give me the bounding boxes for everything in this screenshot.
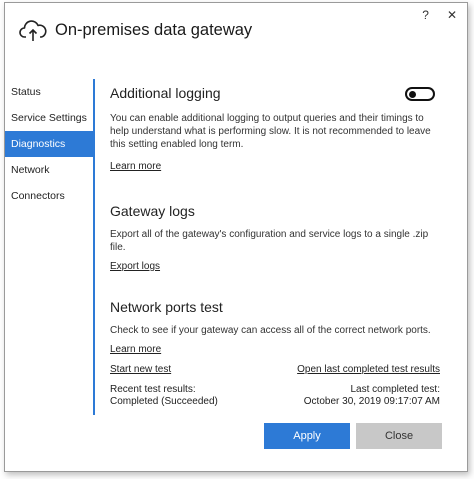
sidebar-item-connectors[interactable]: Connectors [5,183,95,209]
apply-button[interactable]: Apply [264,423,350,449]
close-button[interactable]: Close [356,423,442,449]
recent-results-label: Recent test results: [110,384,196,395]
help-icon[interactable]: ? [422,9,429,21]
export-logs-link[interactable]: Export logs [110,261,440,272]
sidebar-item-diagnostics[interactable]: Diagnostics [5,131,95,157]
test-results-row: Recent test results: Completed (Succeede… [110,384,440,408]
sidebar-divider [93,79,95,415]
gateway-logs-description: Export all of the gateway's configuratio… [110,229,429,253]
learn-more-ports-link[interactable]: Learn more [110,344,440,355]
test-links-row: Start new test Open last completed test … [110,364,440,376]
sidebar-nav: Status Service Settings Diagnostics Netw… [5,79,95,209]
app-title: On-premises data gateway [55,20,253,39]
additional-logging-title: Additional logging [110,85,221,101]
network-ports-title: Network ports test [110,299,223,315]
sidebar-item-status[interactable]: Status [5,79,95,105]
network-ports-description: Check to see if your gateway can access … [110,325,431,336]
gateway-logs-section: Gateway logs Export all of the gateway's… [110,203,440,272]
diagnostics-panel: Additional logging You can enable additi… [110,85,440,408]
last-completed-label: Last completed test: [350,384,441,395]
sidebar-item-service-settings[interactable]: Service Settings [5,105,95,131]
last-completed: Last completed test: October 30, 2019 09… [304,384,440,408]
recent-results: Recent test results: Completed (Succeede… [110,384,218,408]
learn-more-logging-link[interactable]: Learn more [110,161,440,172]
recent-results-value: Completed (Succeeded) [110,396,218,407]
header: On-premises data gateway [19,17,252,43]
cloud-upload-icon [19,20,47,41]
network-ports-section: Network ports test Check to see if your … [110,299,440,408]
sidebar-item-network[interactable]: Network [5,157,95,183]
gateway-dialog: ? ✕ On-premises data gateway Status Serv… [4,2,468,472]
toggle-knob [409,90,416,98]
additional-logging-section: Additional logging You can enable additi… [110,85,440,172]
titlebar-controls: ? ✕ [422,9,457,21]
gateway-logs-title: Gateway logs [110,203,195,219]
additional-logging-toggle[interactable] [405,87,435,101]
last-completed-value: October 30, 2019 09:17:07 AM [303,396,440,407]
close-icon[interactable]: ✕ [447,9,457,21]
start-new-test-link[interactable]: Start new test [110,364,171,376]
open-last-results-link[interactable]: Open last completed test results [297,364,440,376]
additional-logging-description: You can enable additional logging to out… [110,113,431,150]
